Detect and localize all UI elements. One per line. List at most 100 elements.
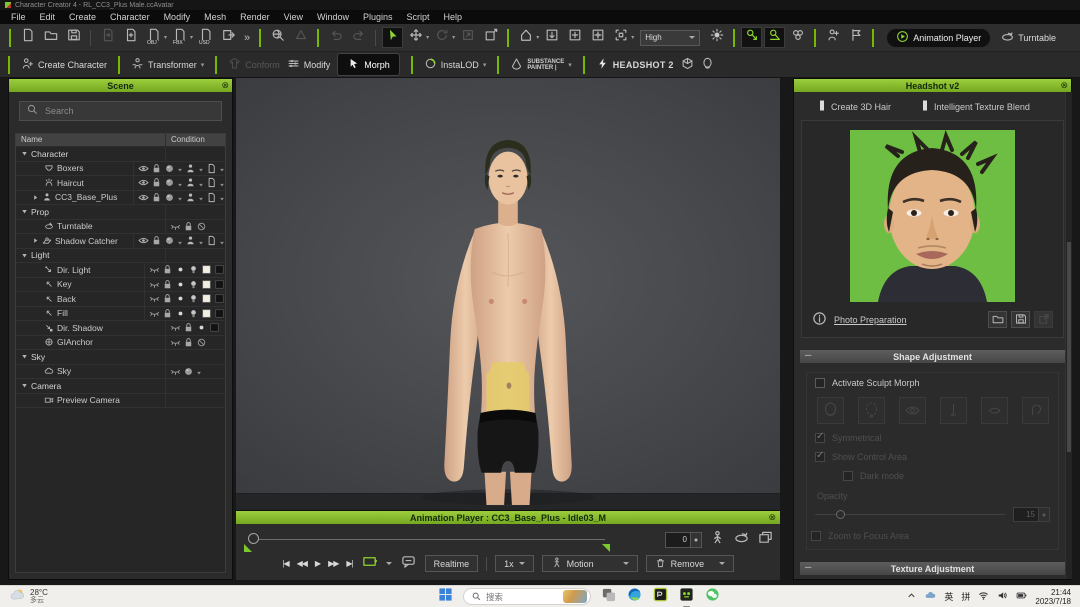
taskbar-clock[interactable]: 21:442023/7/18 (1035, 588, 1071, 606)
close-icon[interactable]: ⊗ (1060, 80, 1068, 91)
menu-view[interactable]: View (277, 12, 310, 22)
scene-row-preview-camera[interactable]: Preview Camera (16, 394, 225, 409)
headshot2-button[interactable]: HEADSHOT 2 (596, 57, 674, 72)
instalod-button[interactable]: InstaLOD▾ (424, 57, 487, 72)
caret-icon[interactable] (177, 165, 183, 176)
lock-icon[interactable] (162, 264, 173, 275)
conform-button[interactable]: Conform (228, 57, 280, 72)
ban-icon[interactable] (196, 337, 207, 348)
orbit-view-button[interactable] (587, 27, 608, 48)
lock-icon[interactable] (151, 163, 162, 174)
close-icon[interactable]: ⊗ (768, 512, 776, 523)
sqb-icon[interactable] (214, 279, 225, 290)
camera-copy-icon[interactable] (757, 531, 774, 548)
sqw-icon[interactable] (201, 308, 212, 319)
save-photo-button[interactable] (1011, 311, 1030, 328)
speed-select[interactable]: 1x (495, 555, 534, 572)
bulb-icon[interactable] (188, 293, 199, 304)
turntable-button[interactable]: Turntable (1001, 30, 1056, 45)
lock-icon[interactable] (183, 337, 194, 348)
taskbar-search-input[interactable] (486, 592, 558, 602)
eyeoff-icon[interactable] (170, 366, 181, 377)
eyeoff-icon[interactable] (149, 308, 160, 319)
lock-icon[interactable] (183, 322, 194, 333)
dot-icon[interactable] (175, 279, 186, 290)
opacity-input[interactable] (1013, 507, 1039, 522)
panel-drag-handle[interactable]: ········· (493, 502, 523, 509)
scene-panel-header[interactable]: Scene⊗ (9, 79, 232, 92)
collapse-icon[interactable] (21, 353, 28, 360)
modify-button[interactable]: Modify (287, 57, 331, 72)
close-icon[interactable]: ⊗ (221, 80, 229, 91)
timeline-track[interactable] (254, 539, 605, 540)
scene-row-sky[interactable]: Sky (16, 365, 225, 380)
fast-forward-button[interactable]: ▶▶ (328, 559, 338, 568)
frame-input[interactable] (665, 532, 691, 548)
caret-down-icon[interactable]: ▾ (426, 34, 429, 41)
comment-button[interactable] (400, 555, 417, 572)
scene-row-prop[interactable]: Prop (16, 205, 225, 220)
menu-file[interactable]: File (4, 12, 33, 22)
eye-icon[interactable] (138, 177, 149, 188)
battery-icon[interactable] (1016, 588, 1027, 606)
caret-icon[interactable] (219, 194, 225, 205)
panel-scrollbar[interactable] (1065, 92, 1072, 579)
scene-search[interactable] (19, 101, 222, 121)
caret-down-icon[interactable]: ▾ (164, 34, 167, 41)
symmetrical-checkbox[interactable] (815, 433, 825, 443)
intelligent-texture-blend-button[interactable]: Intelligent Texture Blend (921, 100, 1030, 113)
pyramid-tool-button[interactable] (290, 27, 311, 48)
menu-create[interactable]: Create (62, 12, 103, 22)
brightness-button[interactable] (706, 27, 727, 48)
wifi-icon[interactable] (978, 588, 989, 606)
column-name[interactable]: Name (16, 134, 166, 146)
bulb-icon[interactable] (188, 279, 199, 290)
lock-icon[interactable] (162, 279, 173, 290)
dot-icon[interactable] (175, 293, 186, 304)
caret-down-icon[interactable]: ▾ (452, 34, 455, 41)
page-icon[interactable] (206, 235, 217, 246)
rotate-tool-button[interactable] (431, 27, 452, 48)
texture-adjustment-header[interactable]: ─Texture Adjustment (800, 562, 1065, 575)
realtime-button[interactable]: Realtime (425, 555, 479, 572)
export-fbx-button[interactable]: FBX (169, 27, 190, 48)
caret-icon[interactable] (198, 237, 204, 248)
scene-row-turntable[interactable]: Turntable (16, 220, 225, 235)
dark-mode-checkbox[interactable] (843, 471, 853, 481)
pan-view-button[interactable] (564, 27, 585, 48)
head-tool-button[interactable] (701, 57, 714, 72)
caret-down-icon[interactable]: ▾ (631, 34, 634, 41)
character-creator-app-button[interactable] (678, 588, 695, 605)
caret-icon[interactable] (198, 194, 204, 205)
nose-tool[interactable] (940, 397, 967, 424)
sqw-icon[interactable] (201, 279, 212, 290)
sphere-icon[interactable] (164, 192, 175, 203)
eyeoff-icon[interactable] (170, 322, 181, 333)
viewport-3d[interactable]: ········· Animation Player : CC3_Base_Pl… (236, 78, 780, 580)
person-icon[interactable] (185, 177, 196, 188)
caret-icon[interactable] (219, 179, 225, 190)
collapse-icon[interactable] (21, 252, 28, 259)
task-view-button[interactable] (600, 588, 617, 605)
app-shortcut-button[interactable] (652, 588, 669, 605)
save-button[interactable] (63, 27, 84, 48)
pivot-tool-button[interactable] (480, 27, 501, 48)
eye-icon[interactable] (138, 192, 149, 203)
menu-modify[interactable]: Modify (157, 12, 198, 22)
page-icon[interactable] (206, 163, 217, 174)
undo-button[interactable] (325, 27, 346, 48)
person-icon[interactable] (185, 192, 196, 203)
eyeoff-icon[interactable] (149, 279, 160, 290)
collapse-icon[interactable] (21, 208, 28, 215)
content-box-button[interactable] (681, 57, 694, 72)
collapse-icon[interactable]: ─ (805, 562, 811, 572)
quality-select[interactable]: High (640, 30, 700, 46)
caret-icon[interactable] (177, 179, 183, 190)
caret-icon[interactable] (198, 179, 204, 190)
scene-row-fill[interactable]: Fill (16, 307, 225, 322)
sqw-icon[interactable] (201, 264, 212, 275)
sqb-icon[interactable] (209, 322, 220, 333)
scene-row-camera[interactable]: Camera (16, 379, 225, 394)
import-button[interactable] (97, 27, 118, 48)
caret-icon[interactable] (196, 368, 202, 379)
